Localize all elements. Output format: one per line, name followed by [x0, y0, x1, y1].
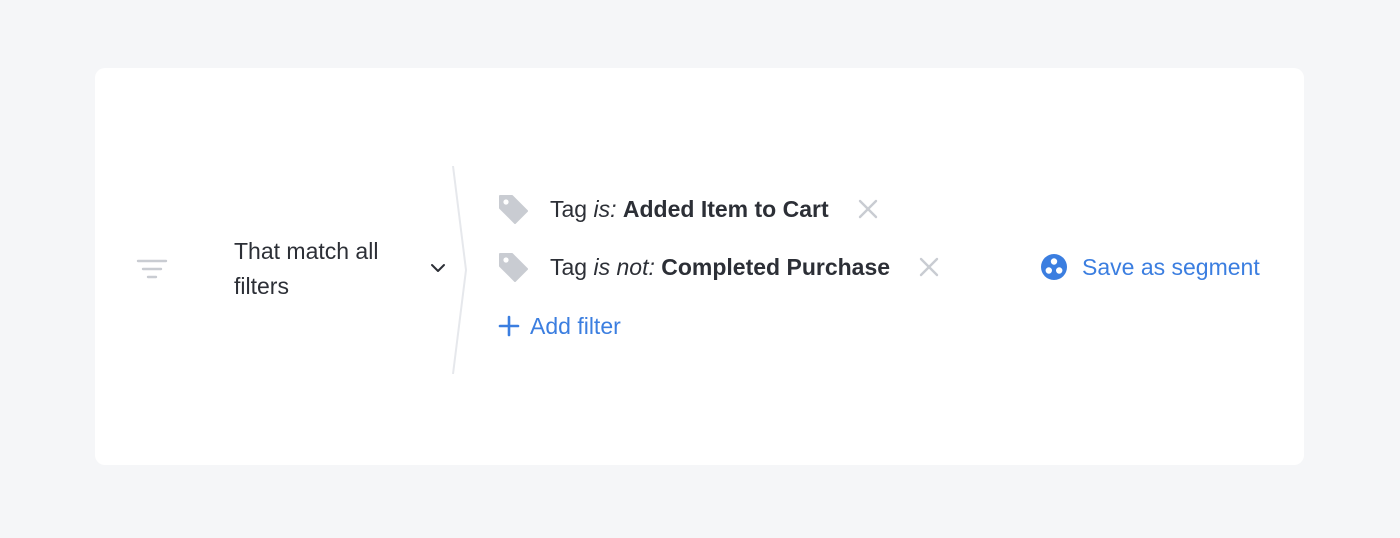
save-as-segment-label: Save as segment — [1082, 253, 1260, 280]
filter-row: Tag is: Added Item to Cart — [495, 189, 881, 229]
filter-operator: is not: — [593, 253, 655, 280]
filter-field: Tag — [550, 195, 588, 222]
save-as-segment-button[interactable]: Save as segment — [1040, 247, 1260, 287]
filter-row: Tag is not: Completed Purchase — [495, 247, 942, 287]
close-icon[interactable] — [855, 196, 881, 222]
close-icon[interactable] — [916, 254, 942, 280]
filter-condition: Tag is not: Completed Purchase — [550, 254, 890, 281]
plus-icon — [498, 315, 520, 337]
match-mode-dropdown[interactable]: That match all filters — [135, 228, 445, 308]
filter-value: Added Item to Cart — [622, 195, 829, 222]
tag-icon — [499, 195, 528, 224]
filter-icon — [136, 259, 168, 279]
section-divider — [452, 166, 468, 374]
filter-value: Completed Purchase — [661, 253, 891, 280]
add-filter-label: Add filter — [530, 312, 621, 339]
filter-panel: That match all filters Tag is: Added Ite… — [95, 68, 1304, 465]
filter-field: Tag — [550, 253, 588, 280]
match-mode-label: That match all filters — [234, 238, 379, 299]
add-filter-button[interactable]: Add filter — [498, 306, 621, 346]
chevron-down-icon[interactable] — [427, 258, 449, 278]
tag-icon — [499, 253, 528, 282]
filter-condition: Tag is: Added Item to Cart — [550, 196, 829, 223]
filter-operator: is: — [593, 195, 617, 222]
segment-icon — [1041, 254, 1067, 280]
